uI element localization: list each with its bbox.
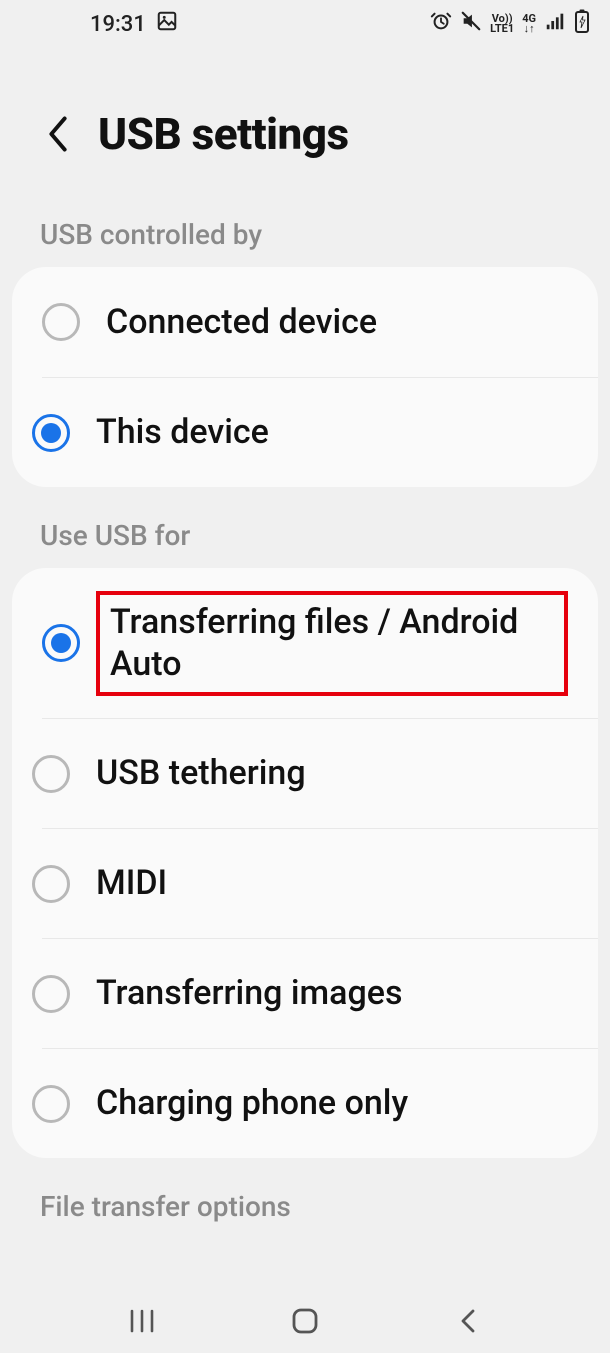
radio-icon (32, 865, 70, 903)
radio-midi[interactable]: MIDI (42, 828, 598, 938)
picture-icon (156, 10, 178, 38)
page-title: USB settings (98, 108, 349, 160)
radio-connected-device[interactable]: Connected device (12, 267, 598, 377)
radio-label: MIDI (96, 862, 167, 905)
status-time: 19:31 (90, 12, 146, 37)
home-button[interactable] (285, 1301, 325, 1341)
radio-icon (32, 755, 70, 793)
volte-icon: Vo))LTE1 (490, 14, 514, 34)
nav-back-button[interactable] (448, 1301, 488, 1341)
radio-transferring-images[interactable]: Transferring images (42, 938, 598, 1048)
status-right: Vo))LTE1 4G↓↑ (430, 9, 590, 39)
radio-label: Connected device (106, 301, 377, 344)
radio-label: USB tethering (96, 752, 306, 795)
radio-this-device[interactable]: This device (42, 377, 598, 487)
radio-usb-tethering[interactable]: USB tethering (42, 718, 598, 828)
page-header: USB settings (0, 48, 610, 200)
highlight-box: Transferring files / Android Auto (96, 591, 568, 696)
radio-transferring-files[interactable]: Transferring files / Android Auto (12, 568, 598, 718)
card-usb-controlled-by: Connected device This device (12, 267, 598, 487)
section-usb-controlled-by-label: USB controlled by (0, 200, 610, 267)
radio-icon (42, 303, 80, 341)
radio-label: Transferring files / Android Auto (110, 601, 554, 686)
section-file-transfer-options-label: File transfer options (0, 1172, 610, 1239)
section-use-usb-for-label: Use USB for (0, 501, 610, 568)
network-4g-icon: 4G↓↑ (522, 14, 536, 34)
recents-button[interactable] (122, 1301, 162, 1341)
radio-icon (32, 1085, 70, 1123)
navigation-bar (0, 1289, 610, 1353)
status-bar: 19:31 Vo))LTE1 4G↓↑ (0, 0, 610, 48)
card-use-usb-for: Transferring files / Android Auto USB te… (12, 568, 598, 1158)
radio-icon (32, 975, 70, 1013)
signal-icon (544, 10, 566, 38)
radio-charging-only[interactable]: Charging phone only (42, 1048, 598, 1158)
radio-icon (42, 624, 80, 662)
radio-label: Transferring images (96, 972, 402, 1015)
radio-icon (32, 414, 70, 452)
radio-label: Charging phone only (96, 1082, 408, 1125)
alarm-icon (430, 10, 452, 38)
battery-charging-icon (574, 9, 590, 39)
mute-icon (460, 10, 482, 38)
status-left: 19:31 (90, 10, 178, 38)
radio-label: This device (96, 411, 269, 454)
back-button[interactable] (38, 114, 78, 154)
